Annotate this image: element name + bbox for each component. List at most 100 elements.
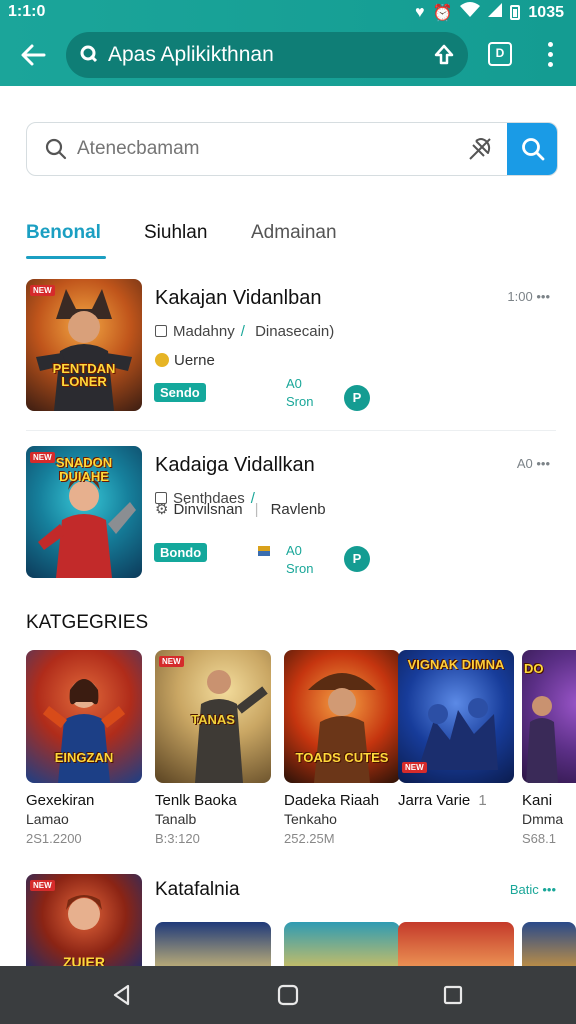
category-count: S68.1 (522, 831, 556, 846)
category-badge: 1 (478, 792, 487, 809)
category-name: Kani (522, 792, 553, 809)
status-icons: ♥ ⏰ 1035 (415, 2, 564, 23)
category-caption: TOADS CUTES (295, 750, 389, 766)
status-badge: Sendo (154, 383, 206, 402)
size-unit: Sron (286, 394, 314, 409)
search-input[interactable] (77, 135, 437, 163)
app-thumbnail: NEW SNADON DUIAHE (26, 446, 142, 578)
category-sub: Tanalb (155, 811, 197, 827)
thumbnail-caption: SNADON DUIAHE (55, 455, 113, 484)
developer-name: Uerne (174, 352, 215, 369)
battery-icon (510, 5, 521, 20)
new-badge: NEW (402, 762, 427, 773)
lock-icon (80, 45, 98, 63)
app-name: Kakajan Vidanlban (155, 287, 322, 309)
category-card[interactable]: TOADS CUTES Dadeka Riaah Tenkaho 252.25M (284, 650, 404, 846)
recents-icon[interactable] (441, 983, 465, 1007)
see-more-link[interactable]: Batic ••• (510, 882, 556, 897)
puzzle-icon: ⚙ (155, 501, 169, 518)
list-item[interactable]: NEW PENTDAN LONER Kakajan Vidanlban 1:00… (26, 279, 556, 413)
tab-benonal[interactable]: Benonal (26, 222, 101, 244)
new-badge: NEW (159, 656, 184, 667)
category-caption: TANAS (191, 712, 235, 728)
category-count: 252.25M (284, 831, 335, 846)
section-title: KATGEGRIES (26, 612, 149, 633)
category-name: Tenlk Baoka (155, 792, 237, 809)
category-sub: Tenkaho (284, 811, 337, 827)
share-icon[interactable] (432, 43, 456, 67)
home-icon[interactable] (276, 983, 300, 1007)
search-icon (45, 138, 67, 160)
back-icon[interactable] (110, 983, 134, 1007)
category-sub: Lamao (26, 811, 69, 827)
status-badge: Bondo (154, 543, 208, 562)
install-button[interactable]: P (344, 385, 370, 411)
app-developer: ⚙ Dinvilsnan | Ravlenb (155, 501, 326, 518)
status-time: 1:1:0 (8, 3, 46, 20)
signal-icon (488, 3, 503, 22)
smiley-icon (155, 353, 169, 367)
battery-level: 1035 (528, 3, 564, 21)
section-title: Katafalnia (155, 879, 240, 900)
search-box[interactable] (26, 122, 558, 176)
alarm-icon: ⏰ (432, 4, 453, 22)
character-art (36, 289, 132, 411)
overflow-menu-icon[interactable] (540, 42, 560, 68)
voice-search-icon[interactable] (467, 136, 493, 162)
new-badge: NEW (30, 880, 55, 891)
page-title: Apas Aplikikthnan (108, 43, 274, 66)
size-unit: Sron (286, 561, 314, 576)
tabs-switcher-button[interactable]: D (488, 42, 512, 66)
category-card[interactable]: DO Kani Dmma S68.1 (522, 650, 576, 846)
category-card[interactable]: NEW TANAS Tenlk Baoka Tanalb B:3:120 (155, 650, 275, 846)
divider (26, 430, 556, 431)
category-name: Dadeka Riaah (284, 792, 380, 809)
wifi-icon (460, 2, 481, 23)
tab-indicator (26, 256, 106, 259)
category-image: DO (522, 650, 576, 783)
tab-siuhlan[interactable]: Siuhlan (144, 222, 207, 244)
category-image: TOADS CUTES (284, 650, 400, 783)
url-bar[interactable]: Apas Aplikikthnan (66, 32, 468, 78)
category-sub: Dmma (522, 811, 564, 827)
category-caption: VIGNAK DIMNA (407, 657, 505, 672)
search-go-icon (522, 138, 545, 161)
category-name: Gexekiran (26, 792, 95, 809)
category-count: 2S1.2200 (26, 831, 82, 846)
thumbnail-caption: PENTDAN LONER (52, 360, 116, 390)
category-name: Jarra Varie 1 (398, 792, 487, 809)
app-thumbnail: NEW PENTDAN LONER (26, 279, 142, 411)
category-card[interactable]: EINGZAN Gexekiran Lamao 2S1.2200 (26, 650, 146, 846)
developer-name: Dinvilsnan (173, 501, 243, 518)
app-meta[interactable]: A0 ••• (517, 456, 550, 471)
section-thumbnail[interactable]: NEW ZUIER (26, 874, 142, 974)
back-arrow-icon[interactable] (18, 40, 48, 70)
category-card[interactable]: NEW VIGNAK DIMNA Jarra Varie 1 (398, 650, 518, 813)
screen: 1:1:0 ♥ ⏰ 1035 Apas Aplikikthnan D Atene… (0, 0, 576, 1024)
category-count: B:3:120 (155, 831, 200, 846)
app-bar: 1:1:0 ♥ ⏰ 1035 Apas Aplikikthnan D (0, 0, 576, 86)
list-icon (155, 325, 167, 337)
install-button[interactable]: P (344, 546, 370, 572)
status-bar: 1:1:0 ♥ ⏰ 1035 (0, 0, 576, 24)
list-item[interactable]: NEW SNADON DUIAHE Kadaiga Vidallkan A0 •… (26, 446, 556, 580)
app-name: Kadaiga Vidallkan (155, 454, 315, 476)
app-developer: Uerne (155, 352, 215, 369)
tab-admainan[interactable]: Admainan (251, 222, 337, 244)
app-size: A0 Sron (286, 375, 313, 411)
system-nav-bar (0, 966, 576, 1024)
category-image: NEW VIGNAK DIMNA (398, 650, 514, 783)
size-value: A0 (286, 543, 302, 558)
app-subtitle: Madahny / Dinasecain) (155, 323, 334, 340)
app-category: Madahny (173, 323, 235, 340)
category-image: NEW TANAS (155, 650, 271, 783)
category-caption: DO (524, 661, 544, 676)
size-value: A0 (286, 376, 302, 391)
category-caption: EINGZAN (54, 750, 114, 766)
app-size: A0 Sron (286, 542, 313, 578)
search-submit-button[interactable] (507, 123, 557, 175)
app-meta[interactable]: 1:00 ••• (507, 289, 550, 304)
app-extra: Dinasecain) (255, 323, 335, 340)
flag-icon (258, 546, 270, 556)
developer-extra: Ravlenb (270, 501, 326, 518)
